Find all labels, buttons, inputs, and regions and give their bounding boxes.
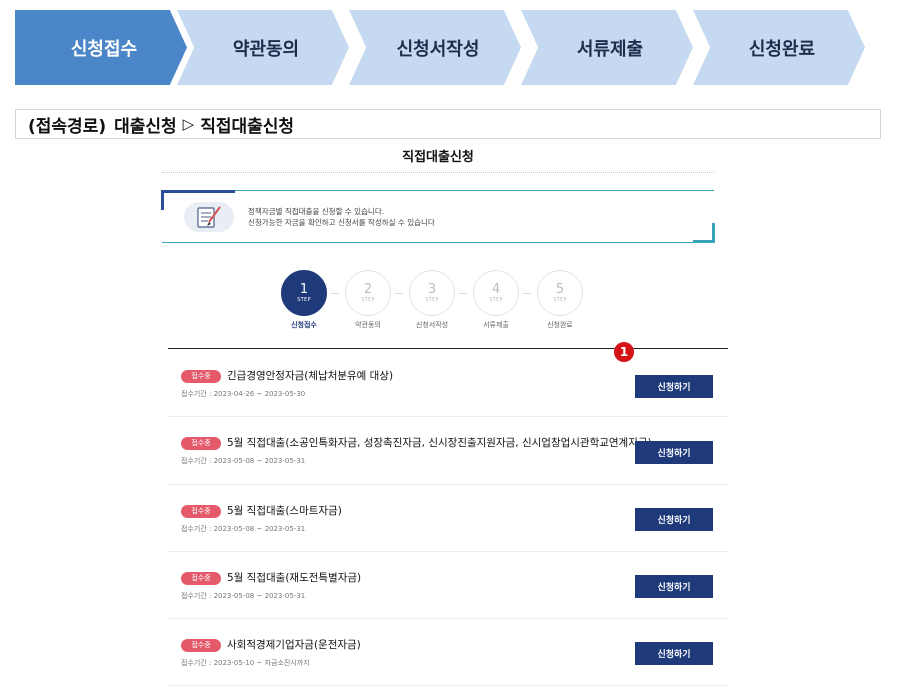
step-word: STEP: [361, 296, 375, 303]
process-step-4: 서류제출: [521, 10, 693, 85]
step-5: 5 STEP 신청완료: [536, 270, 584, 330]
step-3: 3 STEP 신청서작성: [408, 270, 456, 330]
access-path-prefix: (접속경로): [28, 116, 107, 137]
step-word: STEP: [553, 296, 567, 303]
step-circle: 1 STEP: [281, 270, 327, 316]
process-step-label: 서류제출: [576, 38, 644, 60]
step-word: STEP: [489, 296, 503, 303]
status-badge: 접수중: [181, 370, 221, 383]
apply-button[interactable]: 신청하기: [635, 441, 713, 464]
step-connector: [459, 293, 467, 294]
arrow-right-icon: ▷: [182, 115, 195, 133]
step-indicator: 1 STEP 신청접수 2 STEP 약관동의 3 STEP 신청서작성 4 STEP …: [280, 270, 590, 330]
notice-text: 정책자금별 직접대출을 신청할 수 있습니다. 신청가능한 자금을 확인하고 신…: [248, 206, 435, 228]
access-path: (접속경로) 대출신청 ▷ 직접대출신청: [15, 109, 881, 139]
apply-button[interactable]: 신청하기: [635, 642, 713, 665]
step-word: STEP: [297, 296, 311, 303]
loan-list-item: 접수중 5월 직접대출(소공인특화자금, 성장촉진자금, 신시장진출지원자금, …: [168, 417, 728, 485]
apply-button[interactable]: 신청하기: [635, 508, 713, 531]
process-step-label: 신청서작성: [396, 38, 480, 60]
loan-title: 5월 직접대출(소공인특화자금, 성장촉진자금, 신시장진출지원자금, 신시업창…: [227, 437, 652, 449]
notice-line: 정책자금별 직접대출을 신청할 수 있습니다.: [248, 206, 385, 216]
list-divider: [168, 348, 728, 349]
step-circle: 3 STEP: [409, 270, 455, 316]
loan-period: 접수기간 : 2023-04-26 ~ 2023-05-30: [181, 390, 306, 398]
step-label: 약관동의: [355, 321, 381, 329]
step-label: 신청완료: [547, 321, 573, 329]
step-label: 서류제출: [483, 321, 509, 329]
step-label: 신청서작성: [415, 321, 449, 329]
loan-title: 5월 직접대출(재도전특별자금): [227, 572, 362, 584]
status-badge: 접수중: [181, 505, 221, 518]
step-number: 5: [555, 281, 565, 297]
page-title: 직접대출신청: [402, 150, 474, 165]
step-2: 2 STEP 약관동의: [344, 270, 392, 330]
step-number: 1: [299, 281, 309, 297]
status-badge: 접수중: [181, 437, 221, 450]
step-label: 신청접수: [291, 321, 317, 329]
process-step-label: 신청접수: [70, 38, 138, 60]
loan-title: 긴급경영안정자금(체납처분유예 대상): [227, 370, 394, 382]
step-number: 2: [363, 281, 373, 297]
status-badge: 접수중: [181, 639, 221, 652]
step-1: 1 STEP 신청접수: [280, 270, 328, 330]
process-step-1: 신청접수: [15, 10, 187, 85]
apply-button[interactable]: 신청하기: [635, 575, 713, 598]
step-number: 4: [491, 281, 501, 297]
step-number: 3: [427, 281, 437, 297]
step-connector: [523, 293, 531, 294]
loan-period: 접수기간 : 2023-05-10 ~ 자금소진시까지: [181, 659, 310, 667]
step-word: STEP: [425, 296, 439, 303]
step-4: 4 STEP 서류제출: [472, 270, 520, 330]
process-step-label: 신청완료: [748, 38, 816, 60]
status-badge: 접수중: [181, 572, 221, 585]
step-circle: 2 STEP: [345, 270, 391, 316]
loan-list-item: 접수중 사회적경제기업자금(운전자금) 접수기간 : 2023-05-10 ~ …: [168, 619, 728, 686]
step-connector: [331, 293, 339, 294]
step-connector: [395, 293, 403, 294]
corner-decoration: [693, 223, 715, 243]
access-path-from: 대출신청: [114, 116, 177, 137]
loan-list-item: 접수중 5월 직접대출(재도전특별자금) 접수기간 : 2023-05-08 ~…: [168, 552, 728, 619]
step-circle: 5 STEP: [537, 270, 583, 316]
apply-button[interactable]: 신청하기: [635, 375, 713, 398]
notice-box: 정책자금별 직접대출을 신청할 수 있습니다. 신청가능한 자금을 확인하고 신…: [161, 190, 715, 243]
divider: [162, 172, 714, 173]
process-step-2: 약관동의: [177, 10, 349, 85]
loan-period: 접수기간 : 2023-05-08 ~ 2023-05-31: [181, 457, 306, 465]
process-step-5: 신청완료: [693, 10, 865, 85]
loan-period: 접수기간 : 2023-05-08 ~ 2023-05-31: [181, 592, 306, 600]
process-step-label: 약관동의: [232, 38, 300, 60]
process-step-3: 신청서작성: [349, 10, 521, 85]
corner-decoration: [161, 190, 235, 210]
step-circle: 4 STEP: [473, 270, 519, 316]
loan-period: 접수기간 : 2023-05-08 ~ 2023-05-31: [181, 525, 306, 533]
loan-list-item: 접수중 5월 직접대출(스마트자금) 접수기간 : 2023-05-08 ~ 2…: [168, 485, 728, 552]
process-step-bar: 신청접수 약관동의 신청서작성 서류제출 신청완료: [15, 10, 875, 85]
access-path-to: 직접대출신청: [200, 116, 295, 137]
notice-line: 신청가능한 자금을 확인하고 신청서를 작성하실 수 있습니다: [248, 217, 435, 227]
loan-title: 사회적경제기업자금(운전자금): [227, 639, 361, 651]
loan-title: 5월 직접대출(스마트자금): [227, 505, 342, 517]
loan-list-item: 접수중 긴급경영안정자금(체납처분유예 대상) 접수기간 : 2023-04-2…: [168, 350, 728, 417]
